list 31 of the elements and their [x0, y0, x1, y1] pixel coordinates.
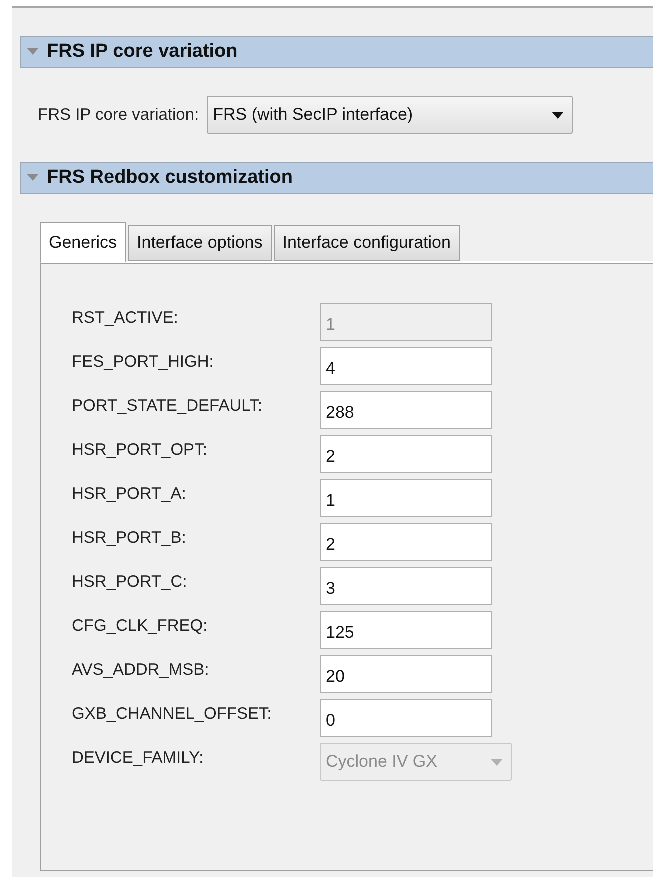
collapse-icon [27, 48, 39, 56]
field-label: HSR_PORT_C: [72, 572, 188, 592]
input-field[interactable]: 288 [320, 391, 492, 429]
field-label: RST_ACTIVE: [72, 308, 180, 328]
field-label: FRS IP core variation: [38, 106, 200, 124]
field-label: FES_PORT_HIGH: [72, 352, 215, 372]
input-field[interactable]: 20 [320, 655, 492, 693]
section-header[interactable]: FRS Redbox customization [20, 162, 653, 194]
tab[interactable]: Generics [40, 222, 126, 262]
field-label: AVS_ADDR_MSB: [72, 660, 210, 680]
caret-icon [552, 112, 564, 118]
input-field[interactable]: 3 [320, 567, 492, 605]
input-field[interactable]: 1 [320, 479, 492, 517]
tab[interactable]: Interface options [128, 225, 272, 261]
input-field[interactable]: 4 [320, 347, 492, 385]
field-label: CFG_CLK_FREQ: [72, 616, 209, 636]
collapse-icon [27, 174, 39, 182]
section-header[interactable]: FRS IP core variation [20, 36, 653, 68]
field-label: PORT_STATE_DEFAULT: [72, 396, 264, 416]
field-label: HSR_PORT_B: [72, 528, 188, 548]
input-field[interactable]: 2 [320, 523, 492, 561]
field-label: DEVICE_FAMILY: [72, 748, 205, 768]
tab[interactable]: Interface configuration [274, 225, 460, 261]
field-label: HSR_PORT_A: [72, 484, 188, 504]
input-field[interactable]: 125 [320, 611, 492, 649]
variation-dropdown[interactable]: FRS (with SecIP interface) [207, 96, 574, 134]
input-field[interactable]: 2 [320, 435, 492, 473]
caret-icon [491, 758, 503, 766]
field-label: HSR_PORT_OPT: [72, 440, 208, 460]
input-field[interactable]: 0 [320, 699, 492, 737]
field-label: GXB_CHANNEL_OFFSET: [72, 704, 273, 724]
